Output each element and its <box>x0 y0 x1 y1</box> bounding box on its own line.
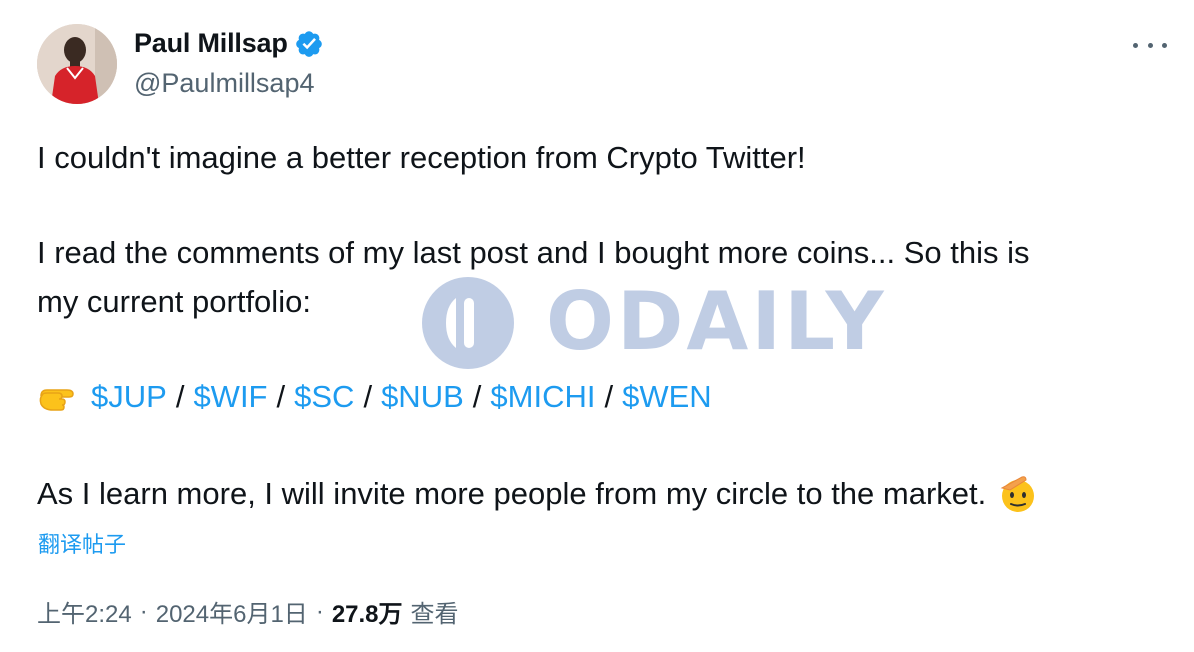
separator: / <box>363 379 373 414</box>
tweet-text-line: I couldn't imagine a better reception fr… <box>37 140 806 175</box>
author-name-row: Paul Millsap <box>134 28 324 59</box>
watermark-text: ODAILY <box>546 275 887 368</box>
cashtag-link[interactable]: $MICHI <box>490 378 595 416</box>
cashtag-line: $JUP / $WIF / $SC / $NUB / $MICHI / $WEN <box>37 378 712 416</box>
avatar[interactable] <box>37 24 117 104</box>
pointing-right-icon <box>39 389 74 411</box>
cashtag-link[interactable]: $WEN <box>622 378 712 416</box>
more-dot <box>1147 42 1153 48</box>
author-display-name[interactable]: Paul Millsap <box>134 28 288 59</box>
more-options-icon[interactable] <box>1133 36 1167 54</box>
verified-badge-icon <box>295 30 322 57</box>
tweet-text-line: my current portfolio: <box>37 284 311 319</box>
cashtag-link[interactable]: $NUB <box>381 378 464 416</box>
tweet-card: Paul Millsap @Paulmillsap4 I couldn't im… <box>0 0 1194 652</box>
tweet-text-line: I read the comments of my last post and … <box>37 235 1030 270</box>
tweet-time[interactable]: 上午2:24 <box>37 594 132 629</box>
more-dot <box>1133 42 1138 48</box>
tweet-text-line: As I learn more, I will invite more peop… <box>37 474 1038 514</box>
translate-post-link[interactable]: 翻译帖子 <box>38 527 126 559</box>
cashtag-link[interactable]: $WIF <box>193 378 267 416</box>
views-label: 查看 <box>410 601 459 628</box>
saluting-face-icon <box>1000 476 1035 512</box>
meta-separator: · <box>139 597 148 625</box>
separator: / <box>472 379 482 414</box>
more-dot <box>1162 42 1167 48</box>
tweet-meta: 上午2:24 · 2024年6月1日 · 27.8万 查看 <box>37 594 459 629</box>
tweet-text-content: As I learn more, I will invite more peop… <box>37 476 987 511</box>
cashtag-link[interactable]: $SC <box>294 378 354 416</box>
cashtag-link[interactable]: $JUP <box>91 378 167 416</box>
separator: / <box>175 379 185 414</box>
odaily-watermark: ODAILY <box>418 276 884 370</box>
separator: / <box>276 379 286 414</box>
separator: / <box>604 379 614 414</box>
meta-separator: · <box>315 597 324 625</box>
views-count: 27.8万 <box>331 601 403 628</box>
author-handle[interactable]: @Paulmillsap4 <box>134 68 314 99</box>
odaily-logo-icon <box>422 277 514 369</box>
tweet-date[interactable]: 2024年6月1日 <box>156 594 308 629</box>
